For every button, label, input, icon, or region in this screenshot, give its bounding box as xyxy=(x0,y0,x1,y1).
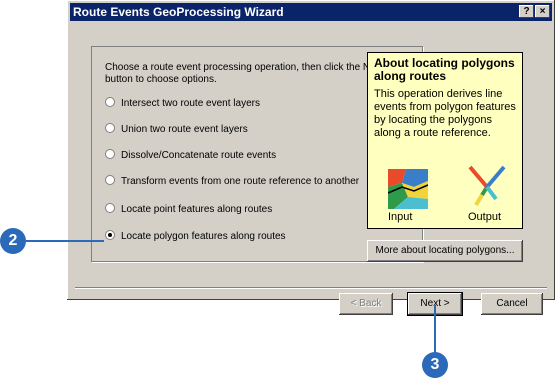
output-caption: Output xyxy=(468,211,502,223)
help-button[interactable]: ? xyxy=(519,5,534,18)
option-label: Transform events from one route referenc… xyxy=(121,176,360,187)
step-2-callout: 2 xyxy=(0,228,26,254)
polygon-map-icon xyxy=(388,169,428,209)
help-panel: About locating polygons along routes Thi… xyxy=(367,52,523,229)
step-2-leader-line xyxy=(26,240,104,242)
radio-button[interactable] xyxy=(105,203,115,214)
separator xyxy=(75,287,547,289)
route-lines-icon xyxy=(468,165,506,207)
radio-button[interactable] xyxy=(105,149,115,160)
option-label: Union two route event layers xyxy=(121,124,248,135)
help-title: About locating polygons along routes xyxy=(374,56,515,83)
option-transform[interactable]: Transform events from one route referenc… xyxy=(105,174,359,190)
step-3-leader-line xyxy=(434,305,436,354)
option-intersect[interactable]: Intersect two route event layers xyxy=(105,96,260,112)
window-title: Route Events GeoProcessing Wizard xyxy=(73,5,284,19)
close-button[interactable]: × xyxy=(535,5,550,18)
option-dissolve[interactable]: Dissolve/Concatenate route events xyxy=(105,148,276,164)
radio-button-selected[interactable] xyxy=(105,230,115,241)
option-label: Locate polygon features along routes xyxy=(121,231,286,242)
wizard-window: Route Events GeoProcessing Wizard ? × Ch… xyxy=(67,0,555,316)
radio-button[interactable] xyxy=(105,97,115,108)
instructions-text: Choose a route event processing operatio… xyxy=(105,62,384,85)
input-caption: Input xyxy=(388,211,413,223)
back-button[interactable]: < Back xyxy=(339,293,393,315)
step-3-callout: 3 xyxy=(422,352,448,378)
radio-button[interactable] xyxy=(105,123,115,134)
option-label: Intersect two route event layers xyxy=(121,98,260,109)
option-label: Locate point features along routes xyxy=(121,204,273,215)
more-about-button[interactable]: More about locating polygons... xyxy=(367,240,523,262)
option-label: Dissolve/Concatenate route events xyxy=(121,150,277,161)
cancel-button[interactable]: Cancel xyxy=(481,293,543,315)
option-locate-point[interactable]: Locate point features along routes xyxy=(105,202,272,218)
help-body: This operation derives line events from … xyxy=(374,88,516,139)
radio-button[interactable] xyxy=(105,175,115,186)
option-union[interactable]: Union two route event layers xyxy=(105,122,248,138)
option-locate-polygon[interactable]: Locate polygon features along routes xyxy=(105,229,286,245)
title-bar: Route Events GeoProcessing Wizard ? × xyxy=(70,3,552,21)
